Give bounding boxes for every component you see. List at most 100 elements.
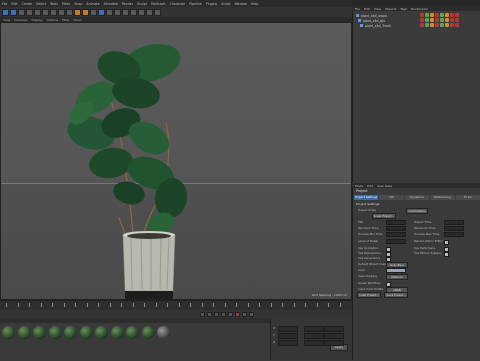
- 3d-viewport[interactable]: Grid Spacing : 1000 cm: [0, 22, 352, 300]
- move-tool-icon[interactable]: [26, 8, 33, 16]
- floor-icon[interactable]: [138, 8, 145, 16]
- viewport-menu-item[interactable]: View: [3, 18, 10, 22]
- object-name[interactable]: plant_c4d_Trunk: [365, 24, 391, 28]
- material-tag-icon[interactable]: [440, 18, 444, 22]
- coordinate-field[interactable]: [278, 326, 298, 332]
- material-swatch[interactable]: [110, 326, 124, 339]
- material-tag-icon[interactable]: [440, 13, 444, 17]
- pen-icon[interactable]: [106, 8, 113, 16]
- menu-item[interactable]: File: [2, 2, 7, 6]
- material-tag-icon[interactable]: [455, 13, 459, 17]
- live-selection-icon[interactable]: [18, 8, 25, 16]
- object-menu-item[interactable]: View: [374, 7, 381, 11]
- menu-item[interactable]: Plugins: [206, 2, 217, 6]
- attribute-field[interactable]: [386, 232, 406, 237]
- object-menu-item[interactable]: Objects: [385, 7, 396, 11]
- attribute-field[interactable]: [386, 220, 406, 225]
- attribute-checkbox[interactable]: [386, 256, 391, 262]
- attribute-tab[interactable]: Dynamics: [404, 195, 430, 200]
- coordinate-field[interactable]: [324, 326, 344, 332]
- attribute-tab[interactable]: To Do: [455, 195, 480, 200]
- attribute-menu-item[interactable]: Edit: [367, 184, 373, 188]
- attribute-dropdown[interactable]: Medium: [386, 274, 408, 280]
- cube-icon[interactable]: [98, 8, 105, 16]
- menu-item[interactable]: Character: [170, 2, 186, 6]
- keyframe-selection-icon[interactable]: [249, 311, 254, 317]
- bend-icon[interactable]: [130, 8, 137, 16]
- attribute-checkbox[interactable]: [444, 239, 449, 245]
- prev-key-icon[interactable]: [207, 311, 212, 317]
- goto-end-icon[interactable]: [228, 311, 233, 317]
- attribute-dropdown[interactable]: Centimeters: [406, 208, 428, 214]
- menu-item[interactable]: MoGraph: [151, 2, 165, 6]
- menu-item[interactable]: Edit: [11, 2, 17, 6]
- goto-start-icon[interactable]: [200, 311, 205, 317]
- camera-icon[interactable]: [146, 8, 153, 16]
- render-settings-icon[interactable]: [90, 8, 97, 16]
- material-tag-icon[interactable]: [425, 18, 429, 22]
- object-name[interactable]: plant_c4d_wood: [361, 14, 387, 18]
- material-tag-icon[interactable]: [435, 13, 439, 17]
- material-tag-icon[interactable]: [450, 13, 454, 17]
- material-tag-icon[interactable]: [440, 23, 444, 27]
- material-tag-icon[interactable]: [420, 13, 424, 17]
- menu-item[interactable]: Script: [221, 2, 230, 6]
- menu-item[interactable]: Tools: [50, 2, 58, 6]
- material-tag-icon[interactable]: [450, 23, 454, 27]
- attribute-checkbox[interactable]: [386, 281, 391, 287]
- coordinate-field[interactable]: [278, 333, 298, 339]
- next-key-icon[interactable]: [221, 311, 226, 317]
- attribute-field[interactable]: [444, 220, 464, 225]
- attribute-field[interactable]: [386, 239, 406, 244]
- color-swatch[interactable]: [386, 268, 406, 273]
- x-axis-icon[interactable]: [50, 8, 57, 16]
- attribute-tab[interactable]: Referencing: [430, 195, 455, 200]
- material-tag-icon[interactable]: [455, 18, 459, 22]
- coordinate-field[interactable]: [304, 340, 324, 346]
- viewport-menu-item[interactable]: Display: [31, 18, 42, 22]
- material-tag-icon[interactable]: [445, 13, 449, 17]
- material-swatch[interactable]: [79, 326, 93, 339]
- menu-item[interactable]: Mesh: [62, 2, 70, 6]
- scale-project-button[interactable]: Scale Project...: [372, 213, 396, 219]
- array-icon[interactable]: [122, 8, 129, 16]
- viewport-menu-item[interactable]: Filter: [62, 18, 69, 22]
- menu-item[interactable]: Create: [22, 2, 33, 6]
- material-tag-icon[interactable]: [455, 23, 459, 27]
- coordinate-field[interactable]: [278, 340, 298, 346]
- viewport-menu-item[interactable]: Options: [47, 18, 59, 22]
- undo-icon[interactable]: [2, 8, 9, 16]
- material-tag-icon[interactable]: [445, 23, 449, 27]
- record-icon[interactable]: [235, 311, 240, 317]
- material-tag-icon[interactable]: [450, 18, 454, 22]
- menu-item[interactable]: Snap: [74, 2, 82, 6]
- material-swatch[interactable]: [95, 326, 108, 339]
- material-tag-icon[interactable]: [430, 13, 434, 17]
- material-swatch[interactable]: [157, 326, 170, 339]
- save-preset-button[interactable]: Save Preset...: [384, 292, 408, 298]
- material-swatch[interactable]: [64, 326, 77, 339]
- object-menu-item[interactable]: Tags: [400, 7, 407, 11]
- attribute-menu-item[interactable]: User Data: [377, 184, 392, 188]
- attribute-field[interactable]: [386, 226, 406, 231]
- coordinate-field[interactable]: [304, 326, 324, 332]
- menu-item[interactable]: Select: [36, 2, 46, 6]
- attribute-tab[interactable]: Project Settings: [354, 195, 379, 200]
- menu-item[interactable]: Sculpt: [137, 2, 147, 6]
- material-tag-icon[interactable]: [420, 18, 424, 22]
- render-view-icon[interactable]: [74, 8, 81, 16]
- attribute-checkbox[interactable]: [444, 251, 449, 257]
- z-axis-icon[interactable]: [66, 8, 73, 16]
- rotate-tool-icon[interactable]: [42, 8, 49, 16]
- material-tag-icon[interactable]: [425, 13, 429, 17]
- menu-item[interactable]: Render: [122, 2, 133, 6]
- attribute-field[interactable]: [444, 232, 464, 237]
- y-axis-icon[interactable]: [58, 8, 65, 16]
- scale-tool-icon[interactable]: [34, 8, 41, 16]
- coordinate-field[interactable]: [324, 340, 344, 346]
- render-picture-viewer-icon[interactable]: [82, 8, 89, 16]
- subdivision-icon[interactable]: [114, 8, 121, 16]
- load-preset-button[interactable]: Load Preset...: [357, 292, 381, 298]
- material-swatch[interactable]: [17, 326, 31, 339]
- attribute-menu-item[interactable]: Mode: [355, 184, 363, 188]
